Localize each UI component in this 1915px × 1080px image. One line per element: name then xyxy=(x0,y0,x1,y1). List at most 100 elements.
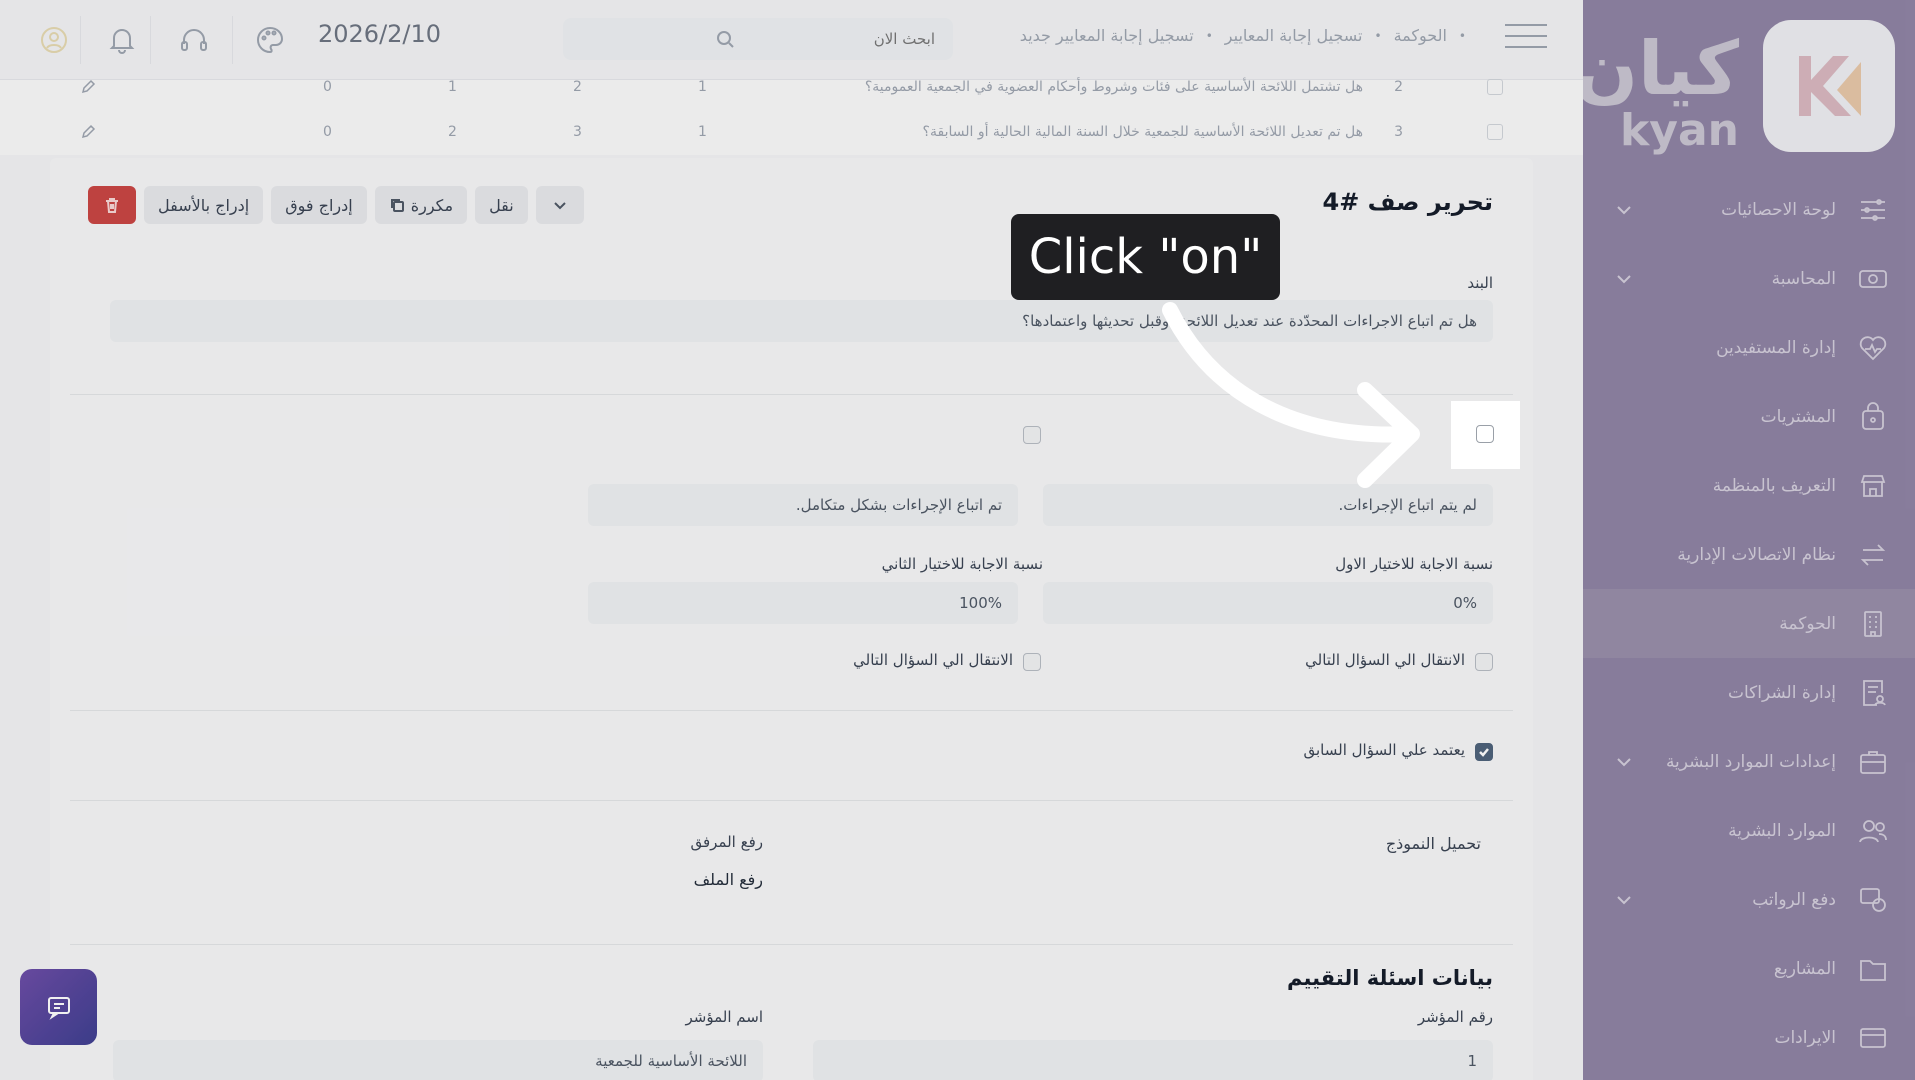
indicator-number-input[interactable]: 1 xyxy=(813,1040,1493,1080)
download-template-link[interactable]: تحميل النموذج xyxy=(1386,834,1481,853)
users-icon xyxy=(1856,814,1890,848)
next-question2-label: الانتقال الي السؤال التالي xyxy=(853,651,1013,669)
sidebar-item-dashboard[interactable]: لوحة الاحصائيات xyxy=(1583,175,1915,244)
option1-checkbox[interactable] xyxy=(1476,425,1494,443)
brand-name-ar: كيان xyxy=(1574,26,1739,112)
option1-field[interactable]: لم يتم اتباع الإجراءات. xyxy=(1043,484,1493,526)
duplicate-button[interactable]: مكررة xyxy=(374,186,468,224)
sidebar-item-label: إدارة الشراكات xyxy=(1728,682,1836,703)
breadcrumb-item[interactable]: الحوكمة xyxy=(1394,26,1447,45)
editor-title: تحرير صف #4 xyxy=(1322,188,1493,216)
check-icon xyxy=(1479,748,1489,757)
table-row[interactable]: 3 هل تم تعديل اللائحة الأساسية للجمعية خ… xyxy=(0,112,1583,152)
palette-icon[interactable] xyxy=(254,24,286,56)
sidebar-item-accounting[interactable]: المحاسبة xyxy=(1583,244,1915,313)
sidebar-item-projects[interactable]: المشاريع xyxy=(1583,934,1915,1003)
chevron-down-icon[interactable] xyxy=(1613,889,1635,911)
kyan-logo-icon xyxy=(1763,20,1895,152)
insert-above-button[interactable]: إدراج فوق xyxy=(271,186,367,224)
insert-below-button[interactable]: إدراج بالأسفل xyxy=(144,186,264,224)
sidebar-item-label: إدارة المستفيدين xyxy=(1716,337,1836,358)
sidebar-item-organization[interactable]: التعريف بالمنظمة xyxy=(1583,451,1915,520)
breadcrumb-dot: • xyxy=(1205,28,1213,43)
chat-icon xyxy=(47,997,70,1020)
sidebar-item-partnerships[interactable]: إدارة الشراكات xyxy=(1583,658,1915,727)
chevron-down-icon[interactable] xyxy=(1613,268,1635,290)
ratio2-value: 100% xyxy=(959,594,1002,612)
row-value: 1 xyxy=(448,79,457,95)
row-value: 1 xyxy=(698,124,707,140)
table-row[interactable]: 2 هل تشتمل اللائحة الأساسية على فئات وشر… xyxy=(0,67,1583,107)
insert-above-label: إدراج فوق xyxy=(285,195,353,215)
sidebar-item-payroll[interactable]: دفع الرواتب xyxy=(1583,865,1915,934)
indicator-number-label: رقم المؤشر xyxy=(1417,1008,1493,1026)
store-icon xyxy=(1856,469,1890,503)
briefcase-icon xyxy=(1856,745,1890,779)
criteria-table: 2 هل تشتمل اللائحة الأساسية على فئات وشر… xyxy=(0,79,1583,155)
indicator-name-label: اسم المؤشر xyxy=(685,1008,764,1026)
menu-toggle-icon[interactable] xyxy=(1505,24,1547,54)
ratio1-input[interactable]: 0% xyxy=(1043,582,1493,624)
row-checkbox[interactable] xyxy=(1487,79,1503,95)
sidebar-item-hr[interactable]: الموارد البشرية xyxy=(1583,796,1915,865)
search-input[interactable] xyxy=(735,30,935,48)
sidebar-item-beneficiaries[interactable]: إدارة المستفيدين xyxy=(1583,313,1915,382)
sliders-icon xyxy=(1856,193,1890,227)
search-box[interactable] xyxy=(563,18,953,60)
trash-icon xyxy=(106,198,118,213)
edit-icon[interactable] xyxy=(80,79,96,95)
edit-icon[interactable] xyxy=(80,124,96,140)
row-value: 2 xyxy=(448,124,457,140)
item-label: البند xyxy=(1467,274,1493,292)
sidebar-item-hr-settings[interactable]: إعدادات الموارد البشرية xyxy=(1583,727,1915,796)
row-number: 2 xyxy=(1394,79,1403,95)
duplicate-label: مكررة xyxy=(410,195,454,215)
card-icon xyxy=(1856,1021,1890,1055)
sidebar-item-communications[interactable]: نظام الاتصالات الإدارية xyxy=(1583,520,1915,589)
row-editor-card: تحرير صف #4 نقل مكررة إدراج فوق إدراج با… xyxy=(50,158,1533,1080)
chat-button[interactable] xyxy=(20,969,97,1045)
ratio2-label: نسبة الاجابة للاختيار الثاني xyxy=(881,555,1043,573)
row-value: 0 xyxy=(323,79,332,95)
user-avatar-icon[interactable] xyxy=(38,24,70,56)
delete-button[interactable] xyxy=(88,186,136,224)
item-value: هل تم اتباع الاجراءات المحدّدة عند تعديل… xyxy=(1022,312,1477,330)
option2-text: تم اتباع الإجراءات بشكل متكامل. xyxy=(795,496,1002,514)
divider xyxy=(150,16,151,64)
indicator-name-input[interactable]: اللائحة الأساسية للجمعية xyxy=(113,1040,763,1080)
more-options-button[interactable] xyxy=(535,186,584,224)
highlighted-target[interactable] xyxy=(1451,401,1520,469)
row-checkbox[interactable] xyxy=(1487,124,1503,140)
option2-checkbox[interactable] xyxy=(1023,426,1041,444)
sidebar-item-purchases[interactable]: المشتريات xyxy=(1583,382,1915,451)
header-date: 2026/2/10 xyxy=(318,20,442,48)
insert-below-label: إدراج بالأسفل xyxy=(158,195,250,215)
chevron-down-icon[interactable] xyxy=(1613,199,1635,221)
brand-logo[interactable]: كيان kyan xyxy=(1575,20,1895,156)
breadcrumb-item[interactable]: تسجيل إجابة المعايير xyxy=(1225,26,1363,45)
next-question2-checkbox[interactable] xyxy=(1023,653,1041,671)
headset-icon[interactable] xyxy=(178,24,210,56)
sidebar-item-revenues[interactable]: الايرادات xyxy=(1583,1003,1915,1072)
item-field[interactable]: هل تم اتباع الاجراءات المحدّدة عند تعديل… xyxy=(110,300,1493,342)
move-button[interactable]: نقل xyxy=(475,186,528,224)
sidebar-item-governance[interactable]: الحوكمة xyxy=(1583,589,1915,658)
chevron-down-icon[interactable] xyxy=(1613,751,1635,773)
sidebar-item-label: الموارد البشرية xyxy=(1728,820,1836,841)
row-number: 3 xyxy=(1394,124,1403,140)
brand-name-en: kyan xyxy=(1620,105,1739,156)
divider xyxy=(70,944,1513,945)
ratio2-input[interactable]: 100% xyxy=(588,582,1018,624)
breadcrumb-dot: • xyxy=(1374,28,1382,43)
breadcrumb: • الحوكمة • تسجيل إجابة المعايير • تسجيل… xyxy=(1020,26,1478,45)
upload-file-button[interactable]: رفع الملف xyxy=(694,870,763,889)
document-user-icon xyxy=(1856,676,1890,710)
ratio1-value: 0% xyxy=(1453,594,1477,612)
sidebar-item-label: الحوكمة xyxy=(1779,613,1836,634)
next-question1-checkbox[interactable] xyxy=(1475,653,1493,671)
folder-icon xyxy=(1856,952,1890,986)
row-value: 0 xyxy=(323,124,332,140)
option2-field[interactable]: تم اتباع الإجراءات بشكل متكامل. xyxy=(588,484,1018,526)
bell-icon[interactable] xyxy=(106,24,138,56)
depends-previous-checkbox[interactable] xyxy=(1475,743,1493,761)
